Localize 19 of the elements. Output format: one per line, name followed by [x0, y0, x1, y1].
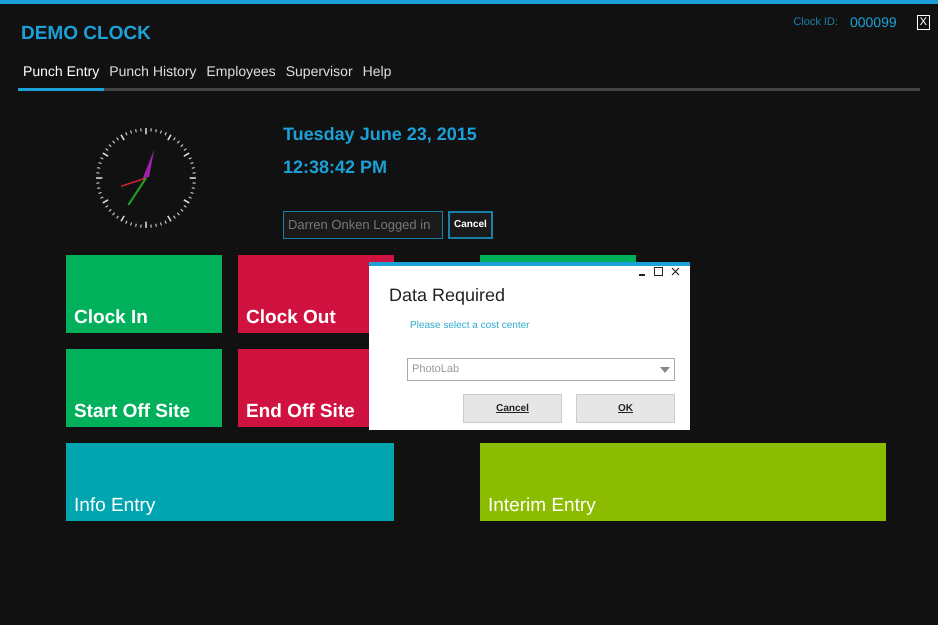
dialog-button[interactable]: Cancel: [463, 394, 562, 423]
nav-tab[interactable]: Help: [358, 60, 396, 90]
nav-tab[interactable]: Punch Entry: [18, 60, 104, 90]
nav-tab[interactable]: Supervisor: [280, 60, 358, 90]
date-text: Tuesday June 23, 2015: [283, 122, 478, 146]
clock-id: 000099: [850, 13, 897, 32]
clock-id-label: Clock ID:: [793, 15, 838, 30]
dropdown-arrow-icon: [660, 366, 670, 372]
dialog-button[interactable]: OK: [576, 394, 675, 423]
cancel-button[interactable]: Cancel: [448, 210, 493, 238]
app-title: DEMO CLOCK: [21, 22, 151, 46]
close-button[interactable]: X: [916, 15, 930, 30]
login-status-field[interactable]: Darren Onken Logged in: [283, 210, 443, 238]
time-text: 12:38:42 PM: [283, 156, 388, 178]
nav-tab[interactable]: Employees: [201, 60, 281, 90]
close-icon[interactable]: [671, 267, 680, 276]
dialog-prompt: Please select a cost center: [410, 319, 531, 333]
nav-tab[interactable]: Punch History: [104, 60, 202, 90]
maximize-icon[interactable]: [654, 267, 663, 276]
